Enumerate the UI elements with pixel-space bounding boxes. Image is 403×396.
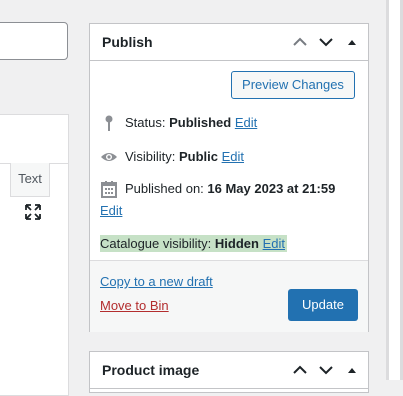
preview-changes-button[interactable]: Preview Changes: [231, 71, 355, 99]
chevron-up-icon[interactable]: [292, 34, 308, 50]
status-row: Status: Published Edit: [100, 114, 360, 134]
edit-status-link[interactable]: Edit: [235, 115, 257, 130]
catalogue-visibility-label: Catalogue visibility:: [100, 236, 212, 251]
tab-text[interactable]: Text: [10, 163, 50, 197]
eye-icon: [100, 148, 118, 166]
edit-published-date-link[interactable]: Edit: [100, 203, 122, 218]
visibility-value: Public: [178, 149, 218, 164]
content-editor: Text: [0, 114, 69, 396]
pin-icon: [100, 114, 118, 132]
publish-box: Publish Preview Changes Status: Publishe…: [89, 23, 369, 332]
product-image-title: Product image: [102, 362, 200, 378]
product-image-header: Product image: [90, 352, 368, 389]
catalogue-visibility-value: Hidden: [214, 236, 259, 251]
chevron-down-icon[interactable]: [318, 362, 334, 378]
publish-box-header: Publish: [90, 24, 368, 61]
copy-to-draft-link[interactable]: Copy to a new draft: [100, 274, 213, 289]
visibility-row: Visibility: Public Edit: [100, 148, 360, 168]
edit-catalogue-visibility-link[interactable]: Edit: [263, 236, 285, 251]
update-button[interactable]: Update: [288, 289, 358, 321]
fullscreen-icon[interactable]: [25, 204, 41, 220]
visibility-label: Visibility:: [125, 149, 176, 164]
published-label: Published on:: [125, 181, 204, 196]
toggle-panel-icon[interactable]: [344, 34, 360, 50]
page-scrollbar[interactable]: [386, 0, 403, 380]
published-date: 16 May 2023 at 21:59: [207, 181, 336, 196]
post-title-input[interactable]: [0, 22, 68, 60]
move-to-bin-link[interactable]: Move to Bin: [100, 298, 169, 313]
toggle-panel-icon[interactable]: [344, 362, 360, 378]
catalogue-visibility-row: Catalogue visibility: Hidden Edit: [100, 235, 287, 252]
status-label: Status:: [125, 115, 166, 130]
chevron-down-icon[interactable]: [318, 34, 334, 50]
scrollbar-track: [389, 0, 400, 380]
calendar-icon: [100, 180, 118, 198]
chevron-up-icon[interactable]: [292, 362, 308, 378]
publish-box-title: Publish: [102, 34, 153, 50]
publish-actions: Copy to a new draft Move to Bin Update: [90, 260, 368, 332]
product-image-box: Product image: [89, 351, 369, 393]
status-value: Published: [169, 115, 232, 130]
edit-visibility-link[interactable]: Edit: [222, 149, 244, 164]
published-on-row: Published on: 16 May 2023 at 21:59 Edit: [100, 180, 360, 220]
